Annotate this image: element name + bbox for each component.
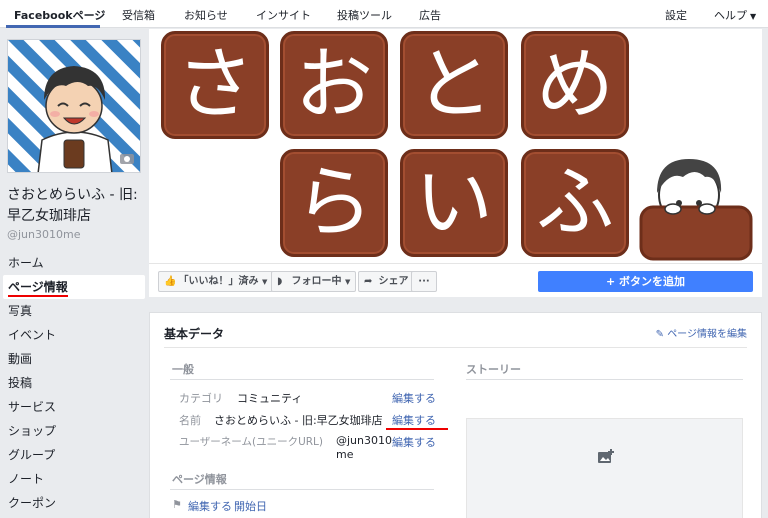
username-value-cont: me [336,448,354,461]
start-date-label[interactable]: 開始日 [234,498,267,514]
nav-label: サービス [8,400,57,414]
tab-facebook-page[interactable]: Facebookページ [14,7,105,23]
nav-item-home[interactable]: ホーム [0,251,145,275]
divider [170,379,434,380]
tab-notifications[interactable]: お知らせ [184,7,228,23]
category-label: カテゴリ [179,392,223,405]
help-label: ヘルプ [714,9,747,22]
edit-page-info-link[interactable]: ✎ ページ情報を編集 [656,325,747,340]
cover-tile: ふ [521,149,629,257]
tab-insights[interactable]: インサイト [256,7,311,23]
tab-publishing-tools[interactable]: 投稿ツール [337,7,392,23]
nav-item-services[interactable]: サービス [0,395,145,419]
caret-down-icon: ▼ [344,278,351,286]
cover-character: ふ [535,158,614,248]
liked-button[interactable]: 👍 「いいね！」済み ▼ [158,271,274,292]
nav-label: 投稿 [8,376,33,390]
help-menu[interactable]: ヘルプ ▼ [714,7,756,23]
nav-item-page-info[interactable]: ページ情報 [3,275,145,299]
cover-tile: め [521,31,629,139]
cover-character: と [414,40,493,130]
following-label: フォロー中 [291,276,342,287]
left-sidebar: さおとめらいふ - 旧:早乙女珈琲店 @jun3010me ホーム ページ情報 … [0,29,148,518]
nav-label: 動画 [8,352,33,366]
nav-item-videos[interactable]: 動画 [0,347,145,371]
share-label: シェア [378,276,409,287]
page-action-bar: 👍 「いいね！」済み ▼ ◗ フォロー中 ▼ ➦ シェア ··· + ボタンを追… [149,263,762,297]
following-button[interactable]: ◗ フォロー中 ▼ [271,271,357,292]
cover-tile: お [280,31,388,139]
nav-label: イベント [8,328,57,342]
page-name: さおとめらいふ - 旧:早乙女珈琲店 [7,187,138,224]
divider [466,379,743,380]
add-photo-icon [598,449,614,463]
cover-tile: ら [280,149,388,257]
nav-label: ノート [8,472,45,486]
avatar-illustration [8,40,140,172]
cover-tile: さ [161,31,269,139]
name-value: さおとめらいふ - 旧:早乙女珈琲店 [214,414,383,427]
nav-label: 写真 [8,304,33,318]
page-username[interactable]: @jun3010me [7,228,80,241]
nav-label: クーポン [8,496,57,510]
divider [170,489,434,490]
story-heading: ストーリー [466,363,521,376]
rss-icon: ◗ [277,276,283,287]
share-button[interactable]: ➦ シェア [358,271,415,292]
tab-ads[interactable]: 広告 [419,7,441,23]
edit-page-info-label: ページ情報を編集 [667,329,747,340]
thumbs-up-icon: 👍 [164,276,177,287]
edit-username-link[interactable]: 編集する [392,434,436,450]
nav-item-events[interactable]: イベント [0,323,145,347]
page-nav: ホーム ページ情報 写真 イベント 動画 投稿 サービス ショップ グループ ノ… [0,251,145,515]
edit-name-link[interactable]: 編集する [392,412,436,428]
page-info-heading: ページ情報 [172,473,227,486]
cover-character: め [535,40,614,130]
active-tab-underline [6,25,100,28]
edit-start-date-link[interactable]: 編集する [188,498,232,514]
cover-tile: い [400,149,508,257]
nav-label: ショップ [8,424,57,438]
highlight-underline [386,428,448,430]
peeking-character-illustration [639,159,753,261]
cover-character: お [294,40,373,130]
cover-character: い [414,158,493,248]
nav-item-coupons[interactable]: クーポン [0,491,145,515]
nav-label: ページ情報 [8,280,68,297]
cover-tile: と [400,31,508,139]
general-heading: 一般 [172,363,194,376]
cover-character: さ [175,40,254,130]
card-title: 基本データ [164,327,225,341]
liked-label: 「いいね！」済み [178,276,259,287]
caret-down-icon: ▼ [750,12,757,21]
story-image-placeholder[interactable] [466,418,743,518]
category-value: コミュニティ [237,392,303,405]
share-arrow-icon: ➦ [364,276,373,287]
flag-icon: ⚑ [172,498,182,511]
nav-item-groups[interactable]: グループ [0,443,145,467]
settings-link[interactable]: 設定 [665,7,687,23]
nav-item-notes[interactable]: ノート [0,467,145,491]
profile-picture[interactable] [7,39,141,173]
edit-category-link[interactable]: 編集する [392,390,436,406]
pencil-icon: ✎ [655,329,664,340]
username-label: ユーザーネーム(ユニークURL) [179,436,323,448]
username-value: @jun3010 [336,434,392,447]
nav-item-posts[interactable]: 投稿 [0,371,145,395]
caret-down-icon: ▼ [261,278,268,286]
page-admin-topbar: Facebookページ 受信箱 お知らせ インサイト 投稿ツール 広告 設定 ヘ… [0,0,768,28]
nav-item-photos[interactable]: 写真 [0,299,145,323]
cover-character: ら [294,158,373,248]
name-label: 名前 [179,414,201,427]
add-button[interactable]: + ボタンを追加 [538,271,753,292]
nav-label: ホーム [8,256,44,270]
page-info-card: 基本データ ✎ ページ情報を編集 一般 ストーリー カテゴリ コミュニティ 編集… [149,312,762,518]
nav-item-shop[interactable]: ショップ [0,419,145,443]
divider [164,347,747,348]
cover-photo[interactable]: さ お と め ら い ふ [149,29,762,263]
tab-inbox[interactable]: 受信箱 [122,7,155,23]
nav-label: グループ [8,448,56,462]
more-options-button[interactable]: ··· [411,271,437,292]
